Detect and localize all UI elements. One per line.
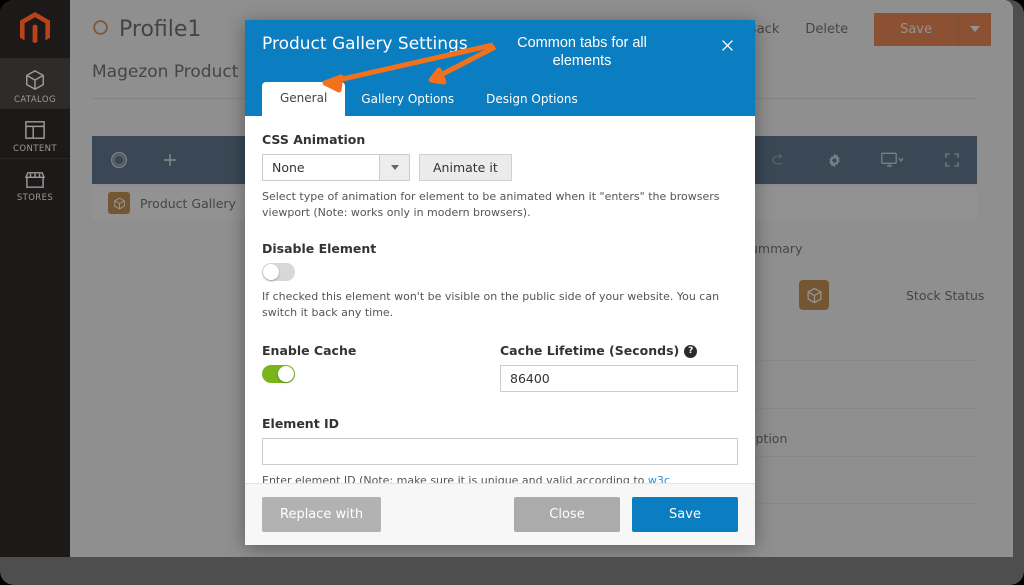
tab-gallery-options[interactable]: Gallery Options <box>345 83 470 116</box>
disable-element-label: Disable Element <box>262 240 377 256</box>
admin-sidebar: CATALOG CONTENT STORES <box>0 0 70 557</box>
modal-footer: Replace with Close Save <box>245 483 755 545</box>
element-id-help: Enter element ID (Note: make sure it is … <box>262 473 738 483</box>
enable-cache-toggle[interactable] <box>262 364 295 383</box>
cache-lifetime-label: Cache Lifetime (Seconds)? <box>500 343 738 358</box>
enable-cache-label: Enable Cache <box>262 342 357 358</box>
element-label: Product Gallery <box>140 195 236 211</box>
caret-glyph <box>390 165 399 170</box>
sidebar-item-catalog[interactable]: CATALOG <box>0 58 70 108</box>
question-mark-icon[interactable]: ? <box>684 344 698 358</box>
fullscreen-icon[interactable] <box>943 151 961 169</box>
gear-icon[interactable] <box>826 152 843 169</box>
disable-element-help: If checked this element won't be visible… <box>262 289 720 319</box>
chevron-down-icon[interactable] <box>379 155 409 180</box>
bg-package-icon <box>799 280 829 310</box>
element-id-input[interactable] <box>262 437 738 465</box>
circle-icon <box>92 17 109 42</box>
cache-lifetime-input[interactable]: 86400 <box>500 364 738 392</box>
css-animation-help: Select type of animation for element to … <box>262 190 720 219</box>
plus-icon[interactable] <box>160 150 180 170</box>
cache-lifetime-text: Cache Lifetime (Seconds) <box>500 342 680 358</box>
sidebar-item-label: STORES <box>16 193 54 203</box>
save-dropdown-toggle[interactable] <box>959 12 991 46</box>
profile-name: Profile1 <box>119 16 202 42</box>
bg-fragment-stock-status: Stock Status <box>906 288 985 303</box>
save-button[interactable]: Save <box>632 497 738 532</box>
circle-outline-icon[interactable] <box>108 149 130 171</box>
magento-logo-icon[interactable] <box>0 0 70 58</box>
css-animation-controls: None Animate it <box>262 154 738 181</box>
tab-general[interactable]: General <box>262 82 346 116</box>
modal-header: Product Gallery Settings General Gallery… <box>245 20 755 116</box>
replace-with-button[interactable]: Replace with <box>262 497 382 532</box>
monitor-icon[interactable] <box>881 152 905 169</box>
header-actions: Back Delete Save <box>748 12 991 46</box>
modal-tabs: General Gallery Options Design Options <box>262 82 594 116</box>
enable-cache-group: Enable Cache <box>262 343 500 392</box>
package-icon <box>108 192 130 214</box>
animate-it-button[interactable]: Animate it <box>419 154 512 181</box>
caret-down-icon <box>970 26 980 32</box>
box-icon <box>24 69 46 91</box>
storefront-icon <box>24 171 46 189</box>
delete-button[interactable]: Delete <box>805 22 848 37</box>
disable-element-toggle[interactable] <box>262 262 295 281</box>
page-title: Profile1 <box>92 17 201 42</box>
sidebar-item-label: CONTENT <box>13 144 57 154</box>
close-icon[interactable] <box>715 33 739 57</box>
annotation-text: Common tabs for all elements <box>517 35 647 70</box>
screen: CATALOG CONTENT STORES Profile1 Back Del… <box>0 0 1013 557</box>
element-id-label: Element ID <box>262 415 340 431</box>
toggle-knob <box>263 263 279 280</box>
layout-icon <box>24 120 46 140</box>
sidebar-item-content[interactable]: CONTENT <box>0 108 70 158</box>
sidebar-item-label: CATALOG <box>14 95 56 105</box>
redo-icon[interactable] <box>770 151 788 169</box>
save-split-button: Save <box>874 12 991 46</box>
device-frame: CATALOG CONTENT STORES Profile1 Back Del… <box>0 0 1024 585</box>
css-animation-value: None <box>272 160 305 175</box>
css-animation-label: CSS Animation <box>262 132 366 147</box>
cache-lifetime-group: Cache Lifetime (Seconds)? 86400 <box>500 343 738 392</box>
settings-modal: Product Gallery Settings General Gallery… <box>245 20 755 545</box>
css-animation-select[interactable]: None <box>262 154 410 181</box>
save-button[interactable]: Save <box>874 12 959 46</box>
tab-design-options[interactable]: Design Options <box>470 83 594 116</box>
bg-fragment-summary: ummary <box>750 241 803 256</box>
sidebar-item-stores[interactable]: STORES <box>0 158 70 208</box>
modal-title: Product Gallery Settings <box>262 34 468 54</box>
close-button[interactable]: Close <box>514 497 620 532</box>
element-id-help-prefix: Enter element ID (Note: make sure it is … <box>262 473 648 483</box>
modal-body: CSS Animation None Animate it Select typ… <box>245 116 755 483</box>
toggle-knob <box>278 365 294 382</box>
